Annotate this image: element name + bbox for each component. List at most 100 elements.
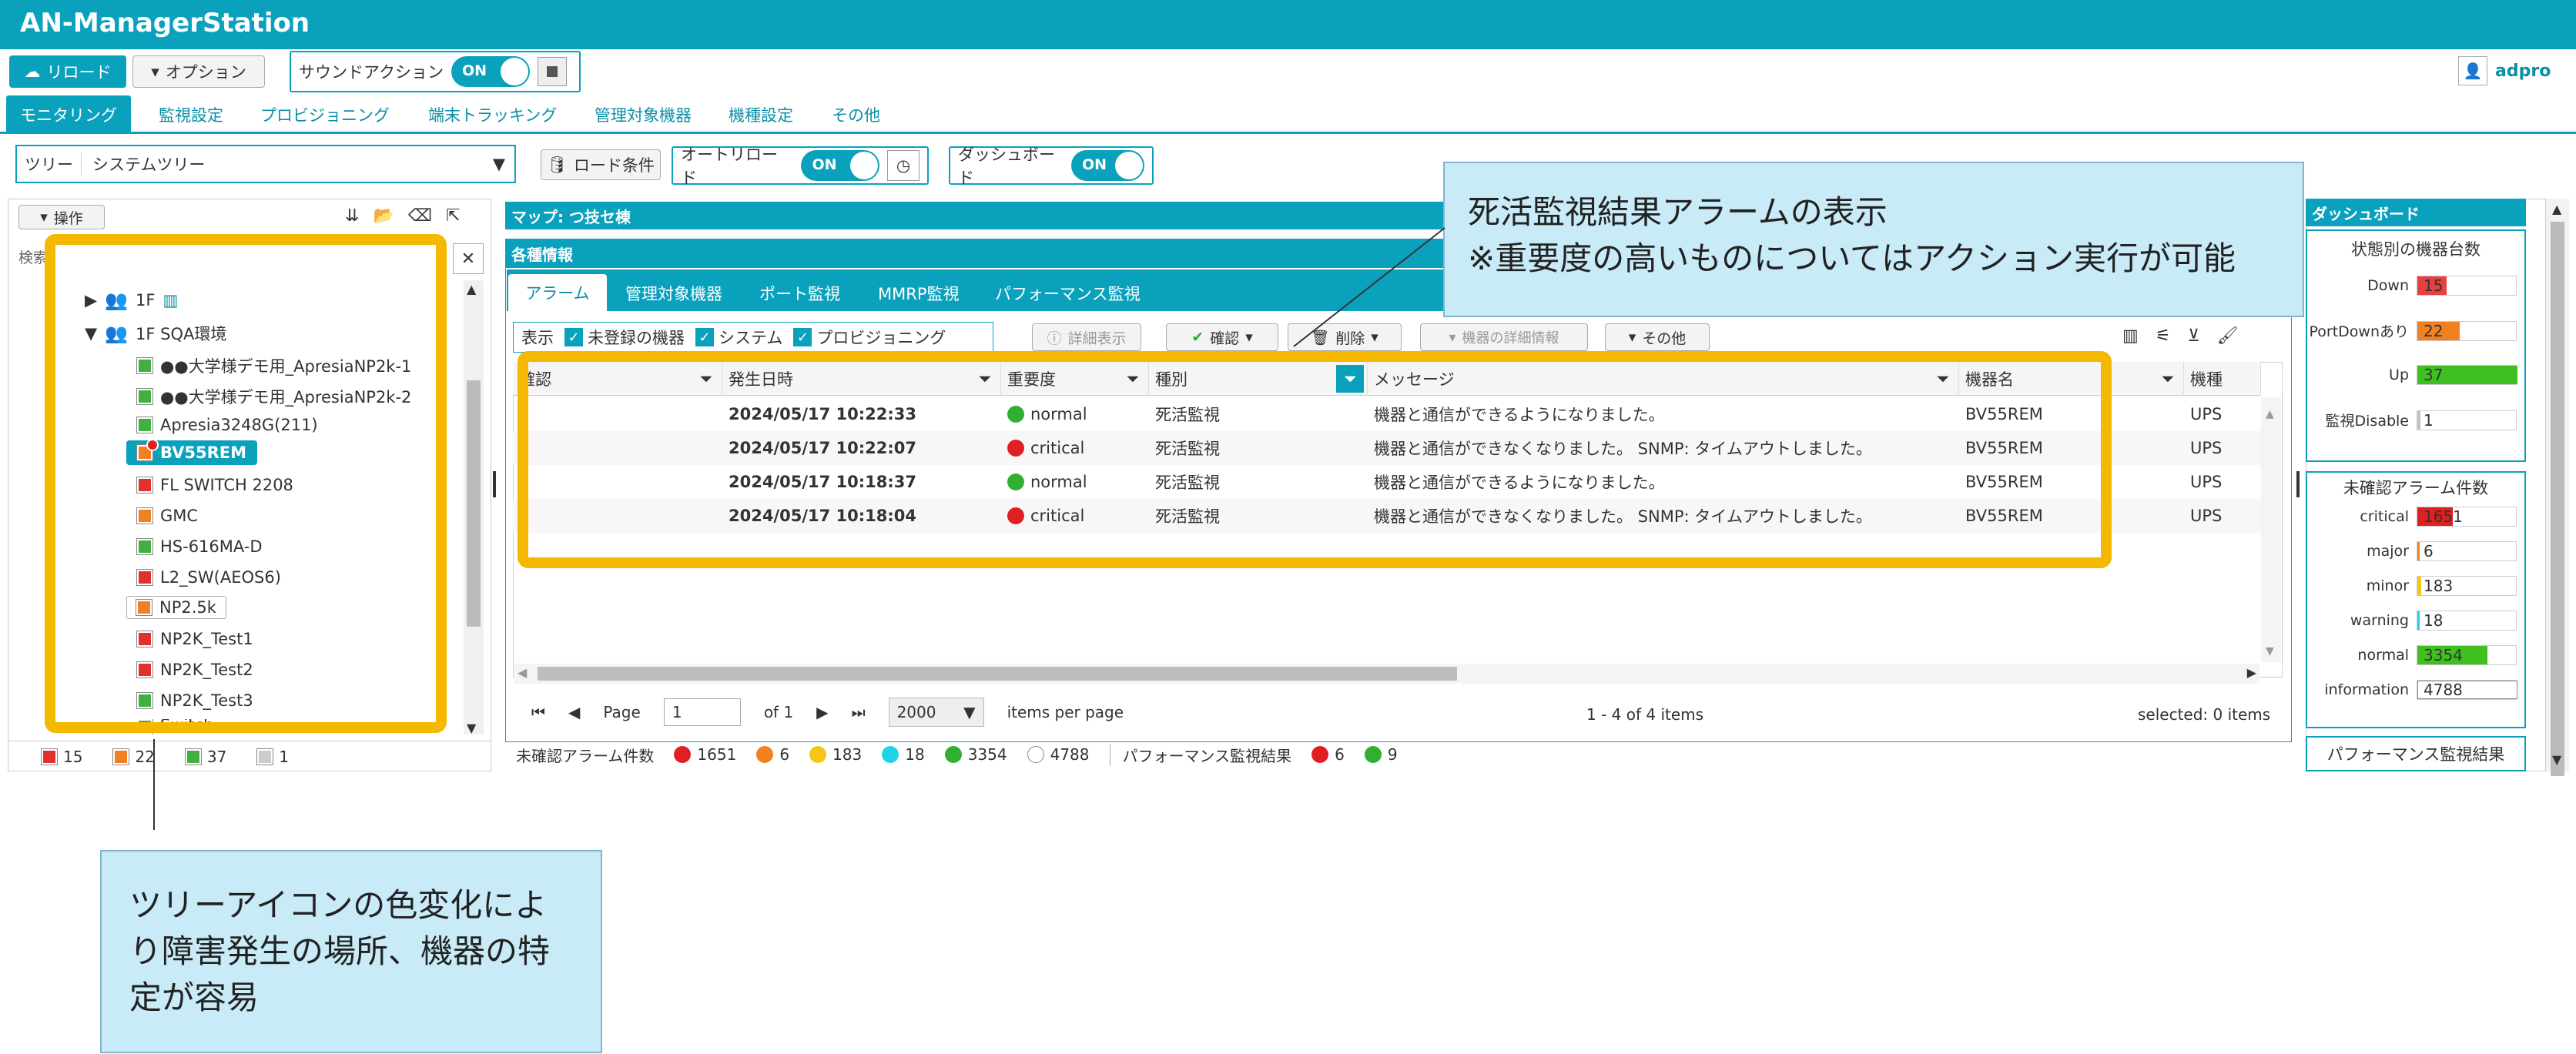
scroll-right-icon[interactable]: ▶: [2247, 665, 2256, 680]
dashboard-row-value: 18: [2424, 611, 2444, 630]
caret-down-icon: ▾: [1628, 329, 1636, 346]
tab-mmrp-monitor[interactable]: MMRP監視: [878, 282, 960, 305]
tab-performance-monitor[interactable]: パフォーマンス監視: [995, 282, 1141, 305]
load-condition-button[interactable]: 🛢 ロード条件: [541, 149, 661, 180]
tab-alarm[interactable]: アラーム: [508, 274, 607, 311]
table-hscrollbar[interactable]: ◀ ▶: [514, 664, 2259, 684]
sound-action-toggle[interactable]: ON: [451, 56, 530, 87]
tab-model-settings[interactable]: 機種設定: [729, 103, 793, 126]
filter-icon[interactable]: ⏷: [2161, 370, 2174, 389]
tab-monitoring[interactable]: モニタリング: [6, 95, 131, 134]
eraser-icon[interactable]: ⌫: [408, 206, 432, 226]
status-minor: 183: [809, 745, 862, 764]
scroll-up-icon[interactable]: ▲: [2266, 408, 2274, 420]
scroll-down-icon[interactable]: ▼: [2266, 645, 2274, 657]
scroll-up-icon[interactable]: ▲: [2552, 202, 2561, 216]
tab-managed-devices[interactable]: 管理対象機器: [625, 282, 722, 305]
caret-down-icon: ▾: [1245, 329, 1253, 346]
tree-scrollbar[interactable]: [464, 280, 484, 734]
tab-port-monitor[interactable]: ポート監視: [759, 282, 840, 305]
operations-button[interactable]: ▾ 操作: [18, 205, 105, 229]
dashboard-row[interactable]: warning 18: [2309, 611, 2526, 631]
splitter-handle[interactable]: [2296, 471, 2300, 497]
bottom-callout: ツリーアイコンの色変化により障害発生の場所、機器の特定が容易: [100, 850, 602, 1053]
dashboard-row[interactable]: minor 183: [2309, 576, 2526, 596]
filter-off-icon[interactable]: ⊻: [2188, 326, 2200, 346]
dashboard-row[interactable]: normal 3354: [2309, 645, 2526, 665]
folder-open-icon[interactable]: 📂: [373, 206, 394, 226]
unconfirmed-label: 未確認アラーム件数: [516, 746, 655, 765]
scroll-down-icon[interactable]: ▼: [467, 721, 476, 735]
dashboard-row[interactable]: 監視Disable 1: [2309, 410, 2526, 430]
close-icon[interactable]: ✕: [453, 243, 484, 274]
confirm-button[interactable]: ✔ 確認 ▾: [1166, 323, 1278, 351]
operations-label: 操作: [53, 209, 83, 227]
dashboard-row[interactable]: critical 1651: [2309, 507, 2526, 527]
dashboard-bar: 1651: [2417, 507, 2517, 527]
state-title: 状態別の機器台数: [2351, 240, 2481, 259]
splitter-handle[interactable]: [493, 471, 496, 497]
dashboard-row-value: 37: [2424, 366, 2444, 384]
tab-monitor-settings[interactable]: 監視設定: [159, 103, 223, 126]
columns-icon[interactable]: ▥: [2122, 326, 2139, 346]
filter-provisioning[interactable]: ✓ プロビジョニング: [793, 326, 946, 349]
toggle-label: ON: [1081, 156, 1107, 173]
brush-icon[interactable]: 🖌: [2217, 326, 2239, 346]
scroll-down-icon[interactable]: ▼: [2552, 752, 2561, 767]
scroll-up-icon[interactable]: ▲: [467, 282, 476, 296]
filter-clear-icon[interactable]: ⚟: [2156, 326, 2171, 346]
dashboard-scrollbar[interactable]: ▲ ▼: [2546, 199, 2569, 776]
export-icon[interactable]: ⇱: [446, 206, 460, 226]
tab-managed-devices[interactable]: 管理対象機器: [595, 103, 692, 126]
tree-select[interactable]: ツリー システムツリー ▼: [15, 145, 516, 183]
reload-button[interactable]: ☁ リロード: [9, 55, 126, 88]
auto-reload-toggle[interactable]: ON: [801, 150, 880, 181]
scrollbar-thumb[interactable]: [2551, 222, 2564, 776]
clock-icon[interactable]: ◷: [887, 150, 920, 181]
minor-dot-icon: [809, 746, 827, 763]
filter-system[interactable]: ✓ システム: [695, 326, 782, 349]
page-input[interactable]: 1: [663, 698, 741, 726]
scroll-left-icon[interactable]: ◀: [518, 665, 527, 680]
dashboard-bar-fill: [2417, 611, 2420, 630]
dashboard-row[interactable]: information 4788: [2309, 680, 2526, 700]
collapse-all-icon[interactable]: ⇊: [345, 206, 359, 226]
dashboard-bar: 183: [2417, 576, 2517, 596]
table-vscrollbar[interactable]: ▲ ▼: [2261, 397, 2281, 662]
options-button[interactable]: ▾ オプション: [132, 55, 265, 88]
prev-page-icon[interactable]: ◀: [568, 703, 580, 721]
scrollbar-thumb[interactable]: [467, 380, 481, 627]
stop-button[interactable]: [537, 57, 567, 86]
user-menu[interactable]: 👤 adpro: [2458, 55, 2551, 86]
dashboard-label: ダッシュボード: [958, 146, 1055, 187]
dashboard-bar: 6: [2417, 541, 2517, 561]
tab-other[interactable]: その他: [832, 103, 880, 126]
normal-dot-icon: [1364, 746, 1382, 763]
col-model[interactable]: 機種: [2184, 362, 2261, 396]
dashboard-group: ダッシュボード ON: [949, 146, 1154, 187]
per-page-select[interactable]: 2000 ▼: [888, 698, 984, 727]
next-page-icon[interactable]: ▶: [816, 703, 828, 721]
dashboard-row[interactable]: PortDownあり 22: [2309, 320, 2526, 341]
first-page-icon[interactable]: ⏮: [531, 703, 545, 721]
dashboard-row[interactable]: major 6: [2309, 541, 2526, 561]
hscroll-thumb[interactable]: [538, 667, 1457, 681]
auto-reload-group: オートリロード ON ◷: [672, 146, 929, 187]
tree-tools: ⇊ 📂 ⌫ ⇱: [345, 206, 460, 226]
count-value: 9: [1387, 745, 1398, 764]
tab-provisioning[interactable]: プロビジョニング: [260, 103, 390, 126]
details-button[interactable]: ⓘ 詳細表示: [1032, 323, 1141, 351]
search-label: 検索: [18, 249, 49, 266]
critical-dot-icon: [1311, 746, 1329, 763]
other-button[interactable]: ▾ その他: [1605, 323, 1710, 351]
last-page-icon[interactable]: ⏭: [852, 703, 866, 721]
info-title: 各種情報: [511, 245, 573, 264]
dashboard-row[interactable]: Down 15: [2309, 276, 2526, 296]
dashboard-row-value: 3354: [2424, 646, 2463, 664]
tab-terminal-tracking[interactable]: 端末トラッキング: [428, 103, 557, 126]
dashboard-toggle[interactable]: ON: [1070, 150, 1144, 181]
options-label: オプション: [165, 63, 246, 82]
toggle-knob: [1115, 152, 1143, 179]
dashboard-row[interactable]: Up 37: [2309, 365, 2526, 385]
filter-unregistered[interactable]: ✓ 未登録の機器: [564, 326, 685, 349]
